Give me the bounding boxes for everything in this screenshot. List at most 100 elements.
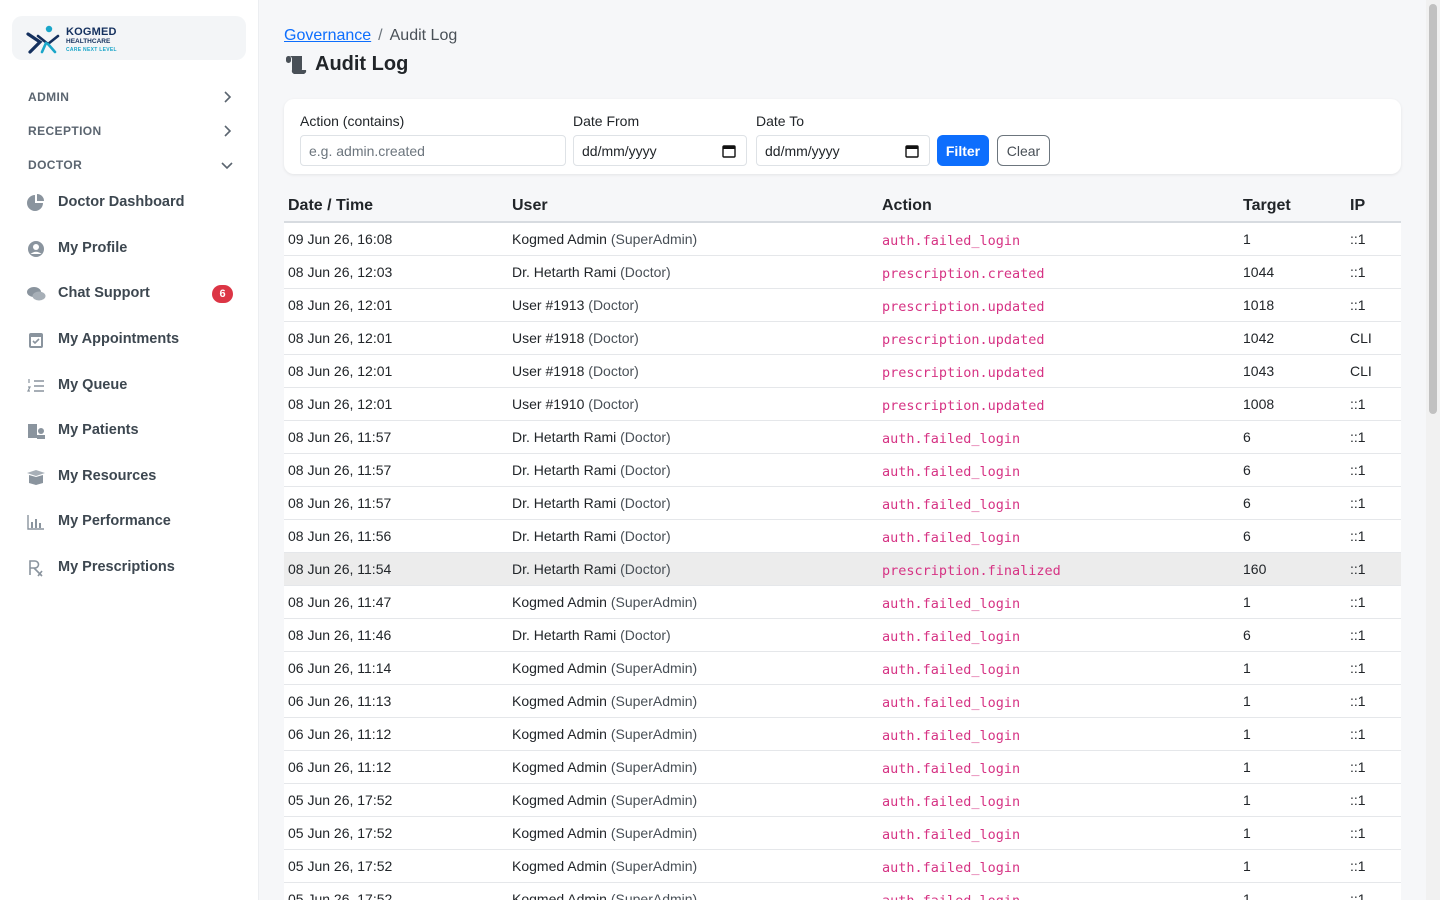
page-scrollbar[interactable] xyxy=(1426,0,1440,900)
cell-ip: ::1 xyxy=(1346,849,1401,883)
table-row[interactable]: 05 Jun 26, 17:52 Kogmed Admin (SuperAdmin… xyxy=(284,882,1401,900)
sidebar-item-my-performance[interactable]: My Performance xyxy=(0,503,259,541)
cell-action: auth.failed_login xyxy=(878,585,1239,619)
table-row[interactable]: 08 Jun 26, 12:01 User #1918 (Doctor) presc… xyxy=(284,321,1401,355)
table-row[interactable]: 08 Jun 26, 11:54 Dr. Hetarth Rami (Doctor… xyxy=(284,552,1401,586)
cell-datetime: 08 Jun 26, 12:01 xyxy=(284,288,508,322)
user-name: Kogmed Admin xyxy=(512,692,607,709)
audit-log-table-container[interactable]: Date / Time User Action Target IP 09 Jun… xyxy=(284,191,1401,900)
table-row[interactable]: 09 Jun 26, 16:08 Kogmed Admin (SuperAdmin… xyxy=(284,222,1401,256)
date-to-label: Date To xyxy=(756,113,804,129)
table-row[interactable]: 08 Jun 26, 12:01 User #1918 (Doctor) presc… xyxy=(284,354,1401,388)
cell-ip: ::1 xyxy=(1346,288,1401,322)
date-from-input[interactable]: dd/mm/yyyy xyxy=(573,135,747,166)
sidebar-item-label: My Prescriptions xyxy=(58,559,175,575)
cell-target: 1 xyxy=(1239,783,1346,817)
sidebar-item-my-appointments[interactable]: My Appointments xyxy=(0,321,259,359)
cell-datetime: 05 Jun 26, 17:52 xyxy=(284,816,508,850)
table-row[interactable]: 08 Jun 26, 11:57 Dr. Hetarth Rami (Doctor… xyxy=(284,486,1401,520)
cell-ip: ::1 xyxy=(1346,486,1401,520)
cell-datetime: 06 Jun 26, 11:13 xyxy=(284,684,508,718)
cell-datetime: 05 Jun 26, 17:52 xyxy=(284,882,508,900)
cell-action: auth.failed_login xyxy=(878,882,1239,900)
sidebar: KOGMED HEALTHCARE CARE NEXT LEVEL ADMIN … xyxy=(0,0,259,900)
table-row[interactable]: 06 Jun 26, 11:13 Kogmed Admin (SuperAdmin… xyxy=(284,684,1401,718)
table-row[interactable]: 05 Jun 26, 17:52 Kogmed Admin (SuperAdmin… xyxy=(284,849,1401,883)
cell-user: Dr. Hetarth Rami (Doctor) xyxy=(508,519,878,553)
cell-datetime: 08 Jun 26, 11:57 xyxy=(284,486,508,520)
brand-logo[interactable]: KOGMED HEALTHCARE CARE NEXT LEVEL xyxy=(12,16,246,60)
table-row[interactable]: 08 Jun 26, 12:03 Dr. Hetarth Rami (Doctor… xyxy=(284,255,1401,289)
section-label: RECEPTION xyxy=(28,124,102,138)
sidebar-item-my-queue[interactable]: My Queue xyxy=(0,367,259,405)
cell-datetime: 08 Jun 26, 12:01 xyxy=(284,321,508,355)
sidebar-item-my-profile[interactable]: My Profile xyxy=(0,230,259,268)
table-header-row: Date / Time User Action Target IP xyxy=(284,191,1401,223)
table-row[interactable]: 06 Jun 26, 11:12 Kogmed Admin (SuperAdmin… xyxy=(284,717,1401,751)
filter-card: Action (contains) Date From dd/mm/yyyy D… xyxy=(284,99,1401,174)
calendar-icon[interactable] xyxy=(905,144,919,158)
table-row[interactable]: 06 Jun 26, 11:12 Kogmed Admin (SuperAdmin… xyxy=(284,750,1401,784)
cell-action: prescription.updated xyxy=(878,354,1239,388)
sidebar-item-my-resources[interactable]: My Resources xyxy=(0,458,259,496)
clear-button[interactable]: Clear xyxy=(997,135,1050,166)
user-name: Dr. Hetarth Rami xyxy=(512,263,617,280)
sidebar-item-my-patients[interactable]: My Patients xyxy=(0,412,259,450)
cell-target: 6 xyxy=(1239,453,1346,487)
cell-user: Kogmed Admin (SuperAdmin) xyxy=(508,816,878,850)
date-to-input[interactable]: dd/mm/yyyy xyxy=(756,135,930,166)
user-name: Kogmed Admin xyxy=(512,593,607,610)
sidebar-section-doctor[interactable]: DOCTOR xyxy=(0,151,259,179)
user-name: Dr. Hetarth Rami xyxy=(512,428,617,445)
scrollbar-thumb[interactable] xyxy=(1429,4,1437,414)
table-row[interactable]: 08 Jun 26, 11:47 Kogmed Admin (SuperAdmin… xyxy=(284,585,1401,619)
cell-action: auth.failed_login xyxy=(878,618,1239,652)
kogmed-logo-icon xyxy=(26,25,60,54)
cell-action: auth.failed_login xyxy=(878,453,1239,487)
cell-datetime: 09 Jun 26, 16:08 xyxy=(284,222,508,256)
user-role: (SuperAdmin) xyxy=(610,593,698,610)
sidebar-item-my-prescriptions[interactable]: My Prescriptions xyxy=(0,549,259,587)
column-header-target: Target xyxy=(1239,191,1346,223)
sidebar-item-doctor-dashboard[interactable]: Doctor Dashboard xyxy=(0,184,259,222)
cell-target: 6 xyxy=(1239,519,1346,553)
sidebar-item-label: Doctor Dashboard xyxy=(58,194,185,210)
logo-tagline: CARE NEXT LEVEL xyxy=(66,47,117,53)
sidebar-section-admin[interactable]: ADMIN xyxy=(0,83,259,111)
calendar-icon[interactable] xyxy=(722,144,736,158)
audit-log-table: Date / Time User Action Target IP 09 Jun… xyxy=(284,191,1401,900)
action-filter-input[interactable] xyxy=(300,135,566,166)
box-open-icon xyxy=(27,470,45,485)
table-row[interactable]: 05 Jun 26, 17:52 Kogmed Admin (SuperAdmin… xyxy=(284,816,1401,850)
cell-action: auth.failed_login xyxy=(878,750,1239,784)
table-row[interactable]: 08 Jun 26, 11:57 Dr. Hetarth Rami (Doctor… xyxy=(284,453,1401,487)
table-row[interactable]: 06 Jun 26, 11:14 Kogmed Admin (SuperAdmin… xyxy=(284,651,1401,685)
user-role: (Doctor) xyxy=(620,461,671,478)
user-name: User #1910 xyxy=(512,395,585,412)
cell-user: Kogmed Admin (SuperAdmin) xyxy=(508,783,878,817)
chevron-right-icon xyxy=(224,125,232,137)
user-name: Kogmed Admin xyxy=(512,824,607,841)
cell-datetime: 05 Jun 26, 17:52 xyxy=(284,783,508,817)
cell-target: 1 xyxy=(1239,816,1346,850)
section-label: DOCTOR xyxy=(28,158,83,172)
table-row[interactable]: 08 Jun 26, 11:46 Dr. Hetarth Rami (Doctor… xyxy=(284,618,1401,652)
sidebar-section-reception[interactable]: RECEPTION xyxy=(0,117,259,145)
user-name: Dr. Hetarth Rami xyxy=(512,461,617,478)
table-body: 09 Jun 26, 16:08 Kogmed Admin (SuperAdmin… xyxy=(284,222,1401,900)
cell-target: 1 xyxy=(1239,882,1346,900)
breadcrumb-governance-link[interactable]: Governance xyxy=(284,27,371,44)
table-row[interactable]: 05 Jun 26, 17:52 Kogmed Admin (SuperAdmin… xyxy=(284,783,1401,817)
filter-button[interactable]: Filter xyxy=(937,135,989,166)
table-row[interactable]: 08 Jun 26, 12:01 User #1910 (Doctor) presc… xyxy=(284,387,1401,421)
sidebar-item-label: My Profile xyxy=(58,240,128,256)
cell-ip: ::1 xyxy=(1346,651,1401,685)
cell-action: auth.failed_login xyxy=(878,420,1239,454)
table-row[interactable]: 08 Jun 26, 12:01 User #1913 (Doctor) presc… xyxy=(284,288,1401,322)
table-row[interactable]: 08 Jun 26, 11:57 Dr. Hetarth Rami (Doctor… xyxy=(284,420,1401,454)
user-role: (SuperAdmin) xyxy=(610,791,698,808)
table-row[interactable]: 08 Jun 26, 11:56 Dr. Hetarth Rami (Doctor… xyxy=(284,519,1401,553)
cell-target: 1 xyxy=(1239,222,1346,256)
sidebar-item-chat-support[interactable]: Chat Support 6 xyxy=(0,275,259,313)
cell-action: auth.failed_login xyxy=(878,849,1239,883)
